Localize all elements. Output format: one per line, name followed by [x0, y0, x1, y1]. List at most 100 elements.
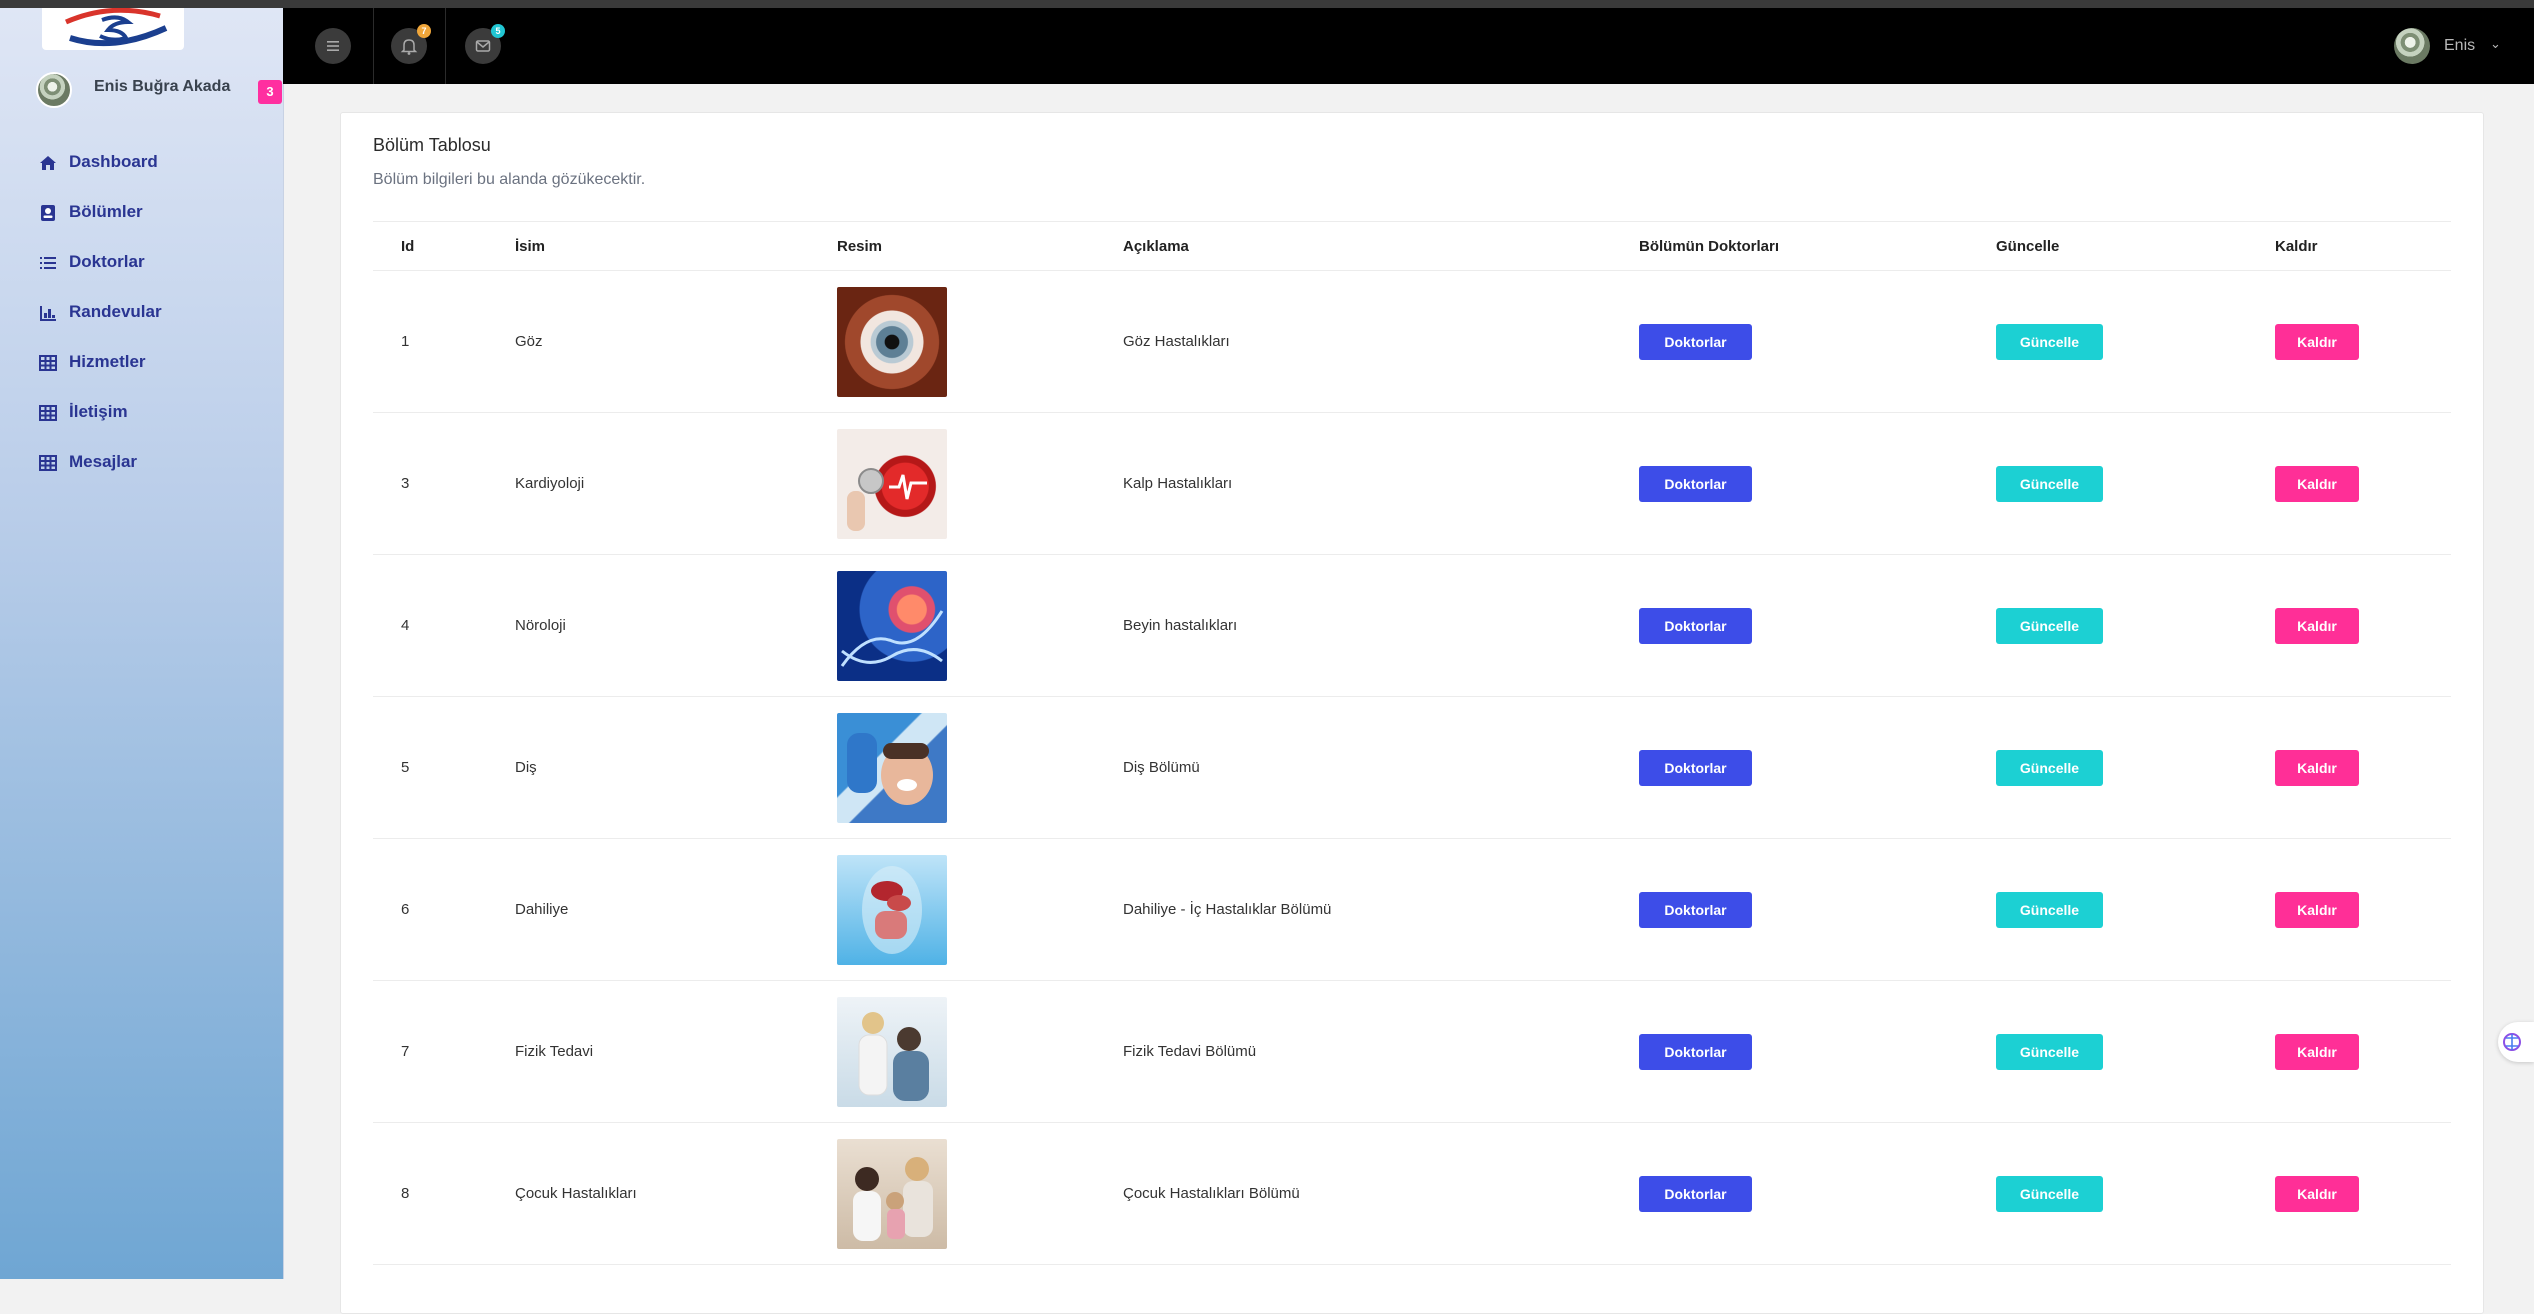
remove-button[interactable]: Kaldır — [2275, 1033, 2359, 1070]
messages-button[interactable]: 5 — [465, 24, 505, 64]
card-subtitle: Bölüm bilgileri bu alanda gözükecektir. — [373, 171, 646, 188]
cell-description: Diş Bölümü — [1123, 696, 1639, 839]
grid-icon — [39, 405, 57, 421]
cell-id: 5 — [373, 696, 515, 839]
table-row: 7 Fizik Tedavi Fizik Tedavi Bölümü Dokto… — [373, 980, 2451, 1123]
sidebar-item-label: Dashboard — [69, 152, 158, 171]
cell-image — [837, 554, 1123, 697]
list-icon — [40, 257, 56, 269]
header-divider — [373, 8, 374, 84]
update-button[interactable]: Güncelle — [1996, 1033, 2103, 1070]
remove-button[interactable]: Kaldır — [2275, 607, 2359, 644]
cell-name: Çocuk Hastalıkları — [515, 1122, 837, 1265]
doctors-button[interactable]: Doktorlar — [1639, 323, 1752, 360]
header-divider — [445, 8, 446, 84]
column-header-update: Güncelle — [1996, 221, 2275, 271]
cell-image — [837, 696, 1123, 839]
sidebar-item-mesajlar[interactable]: Mesajlar — [0, 438, 283, 488]
cell-image — [837, 838, 1123, 981]
chevron-down-icon: ⌄ — [2490, 36, 2501, 51]
cell-id: 4 — [373, 554, 515, 697]
user-name: Enis Buğra Akada — [94, 78, 231, 95]
sidebar-item-dashboard[interactable]: Dashboard — [0, 138, 283, 188]
card-title: Bölüm Tablosu — [373, 135, 491, 155]
remove-button[interactable]: Kaldır — [2275, 1175, 2359, 1212]
grid-icon — [39, 455, 57, 471]
physiotherapy-photo — [837, 996, 947, 1107]
messages-badge: 5 — [491, 24, 505, 38]
doctors-button[interactable]: Doktorlar — [1639, 1033, 1752, 1070]
cell-description: Kalp Hastalıkları — [1123, 412, 1639, 555]
column-header-name: İsim — [515, 221, 837, 271]
cell-id: 8 — [373, 1122, 515, 1265]
top-header: 7 5 Enis ⌄ — [283, 8, 2534, 84]
column-header-remove: Kaldır — [2275, 221, 2451, 271]
cell-image — [837, 412, 1123, 555]
sidebar-item-hizmetler[interactable]: Hizmetler — [0, 338, 283, 388]
internal-organs-photo — [837, 854, 947, 965]
table-row: 5 Diş Diş Bölümü Doktorlar Güncelle Kald… — [373, 696, 2451, 839]
browser-top-strip — [0, 0, 2534, 8]
profile-name: Enis — [2444, 37, 2476, 54]
cell-description: Beyin hastalıkları — [1123, 554, 1639, 697]
floating-extension-button[interactable] — [2498, 1022, 2534, 1062]
sidebar-nav: Dashboard Bölümler Doktorlar Randevular … — [0, 138, 283, 488]
remove-button[interactable]: Kaldır — [2275, 323, 2359, 360]
dentist-patient-photo — [837, 712, 947, 823]
update-button[interactable]: Güncelle — [1996, 1175, 2103, 1212]
notifications-button[interactable]: 7 — [391, 24, 431, 64]
update-button[interactable]: Güncelle — [1996, 323, 2103, 360]
cell-name: Diş — [515, 696, 837, 839]
heart-stethoscope-photo — [837, 428, 947, 539]
doctors-button[interactable]: Doktorlar — [1639, 749, 1752, 786]
cell-image — [837, 270, 1123, 413]
column-header-description: Açıklama — [1123, 221, 1639, 271]
update-button[interactable]: Güncelle — [1996, 749, 2103, 786]
table-header-row: Id İsim Resim Açıklama Bölümün Doktorlar… — [373, 221, 2451, 271]
cell-name: Fizik Tedavi — [515, 980, 837, 1123]
doctors-button[interactable]: Doktorlar — [1639, 891, 1752, 928]
sidebar-item-iletisim[interactable]: İletişim — [0, 388, 283, 438]
column-header-image: Resim — [837, 221, 1123, 271]
sidebar-item-randevular[interactable]: Randevular — [0, 288, 283, 338]
menu-toggle-button[interactable] — [315, 28, 351, 64]
cell-description: Çocuk Hastalıkları Bölümü — [1123, 1122, 1639, 1265]
table-row: 8 Çocuk Hastalıkları Çocuk Hastalıkları … — [373, 1122, 2451, 1265]
update-button[interactable]: Güncelle — [1996, 607, 2103, 644]
pediatrics-photo — [837, 1138, 947, 1249]
home-icon — [40, 156, 56, 170]
sidebar-item-label: Bölümler — [69, 202, 143, 221]
cell-description: Fizik Tedavi Bölümü — [1123, 980, 1639, 1123]
column-header-doctors: Bölümün Doktorları — [1639, 221, 1996, 271]
cell-name: Göz — [515, 270, 837, 413]
table-row: 3 Kardiyoloji Kalp Hastalıkları Doktorla… — [373, 412, 2451, 555]
remove-button[interactable]: Kaldır — [2275, 891, 2359, 928]
avatar — [36, 72, 72, 108]
profile-menu[interactable]: Enis ⌄ — [2394, 28, 2504, 64]
sidebar-item-doktorlar[interactable]: Doktorlar — [0, 238, 283, 288]
update-button[interactable]: Güncelle — [1996, 891, 2103, 928]
doctors-button[interactable]: Doktorlar — [1639, 607, 1752, 644]
doctors-button[interactable]: Doktorlar — [1639, 465, 1752, 502]
notifications-badge: 7 — [417, 24, 431, 38]
remove-button[interactable]: Kaldır — [2275, 465, 2359, 502]
sidebar-item-bolumler[interactable]: Bölümler — [0, 188, 283, 238]
cell-description: Dahiliye - İç Hastalıklar Bölümü — [1123, 838, 1639, 981]
update-button[interactable]: Güncelle — [1996, 465, 2103, 502]
table-row: 1 Göz Göz Hastalıkları Doktorlar Güncell… — [373, 270, 2451, 413]
contact-card-icon — [41, 205, 55, 221]
cell-name: Dahiliye — [515, 838, 837, 981]
brain-dna-photo — [837, 570, 947, 681]
hamburger-icon — [327, 41, 339, 51]
grid-icon — [39, 355, 57, 371]
cell-image — [837, 1122, 1123, 1265]
cell-id: 1 — [373, 270, 515, 413]
cell-description: Göz Hastalıkları — [1123, 270, 1639, 413]
sidebar-user[interactable]: Enis Buğra Akada 3 — [36, 68, 282, 112]
doctors-button[interactable]: Doktorlar — [1639, 1175, 1752, 1212]
sidebar-item-label: Mesajlar — [69, 452, 138, 471]
bar-chart-icon — [40, 306, 56, 321]
remove-button[interactable]: Kaldır — [2275, 749, 2359, 786]
cell-name: Kardiyoloji — [515, 412, 837, 555]
hospital-logo[interactable] — [42, 8, 184, 50]
